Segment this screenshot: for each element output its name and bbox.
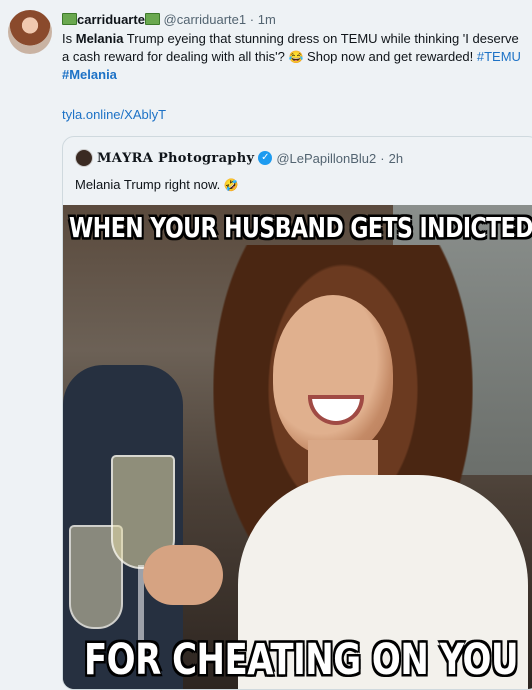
text-bold-segment: Melania (75, 31, 124, 46)
hashtag-melania[interactable]: #Melania (62, 67, 117, 82)
quoted-text-content: Melania Trump right now. (75, 177, 224, 192)
quoted-handle[interactable]: @LePapillonBlu2 (276, 151, 376, 166)
quoted-tweet[interactable]: ΜΑΥRΑ Photography ✓ @LePapillonBlu2 · 2h… (62, 136, 532, 690)
money-icon (62, 13, 77, 25)
user-handle[interactable]: @carriduarte1 (164, 12, 247, 27)
meme-caption-top: WHEN YOUR HUSBAND GETS INDICTED (69, 213, 532, 245)
text-segment: Shop now and get rewarded! (303, 49, 477, 64)
display-name[interactable]: carriduarte (77, 12, 145, 27)
quoted-text: Melania Trump right now. 🤣 (75, 177, 239, 192)
avatar[interactable] (8, 10, 52, 54)
external-link[interactable]: tyla.online/XAblyT (62, 107, 166, 122)
money-icon (144, 13, 160, 25)
tweet-header: carriduarte @carriduarte1 · 1m (62, 12, 276, 27)
hashtag-temu[interactable]: #TEMU (477, 49, 521, 64)
tweet-text: Is Melania Trump eyeing that stunning dr… (62, 30, 522, 84)
meme-caption-bottom: FOR CHEATING ON YOU (83, 635, 519, 685)
laughing-emoji: 😂 (288, 50, 304, 64)
rolling-laughing-emoji: 🤣 (223, 178, 239, 192)
meme-image[interactable]: WHEN YOUR HUSBAND GETS INDICTED FOR CHEA… (63, 205, 532, 689)
quoted-display-name[interactable]: ΜΑΥRΑ Photography (97, 151, 254, 166)
text-segment: Is (62, 31, 76, 46)
quoted-header: ΜΑΥRΑ Photography ✓ @LePapillonBlu2 · 2h (75, 149, 403, 167)
face (273, 295, 393, 455)
separator: · (249, 12, 255, 27)
separator: · (380, 150, 385, 166)
tweet[interactable]: carriduarte @carriduarte1 · 1m Is Melani… (0, 0, 532, 690)
quoted-timestamp[interactable]: 2h (389, 151, 403, 166)
quoted-avatar[interactable] (75, 149, 93, 167)
verified-badge-icon: ✓ (258, 151, 273, 165)
timestamp[interactable]: 1m (258, 12, 276, 27)
hand (143, 545, 223, 605)
